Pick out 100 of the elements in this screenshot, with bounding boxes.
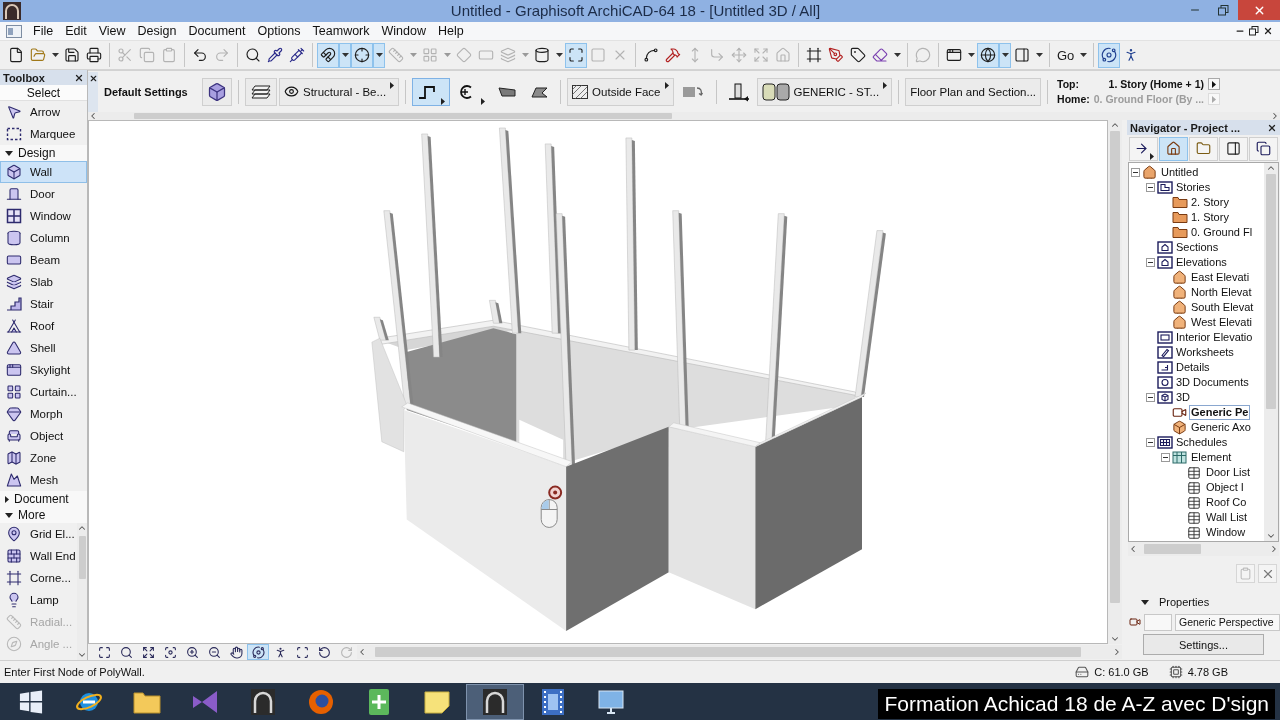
toolbar-button[interactable] (1098, 42, 1121, 68)
tool-item[interactable]: Wall End (0, 545, 77, 567)
tree-item[interactable]: West Elevati (1189, 315, 1254, 330)
composite-dropdown[interactable]: GENERIC - ST... (756, 77, 893, 106)
chevron-left-icon[interactable] (357, 647, 367, 657)
chevron-down-icon[interactable] (1266, 531, 1276, 541)
tool-item[interactable]: Zone (0, 447, 87, 469)
tree-item[interactable]: Details (1174, 360, 1212, 375)
id-field[interactable] (1144, 613, 1172, 631)
navigator-tab[interactable] (1219, 136, 1248, 161)
scrollbar[interactable] (88, 112, 1280, 120)
tool-item[interactable]: Curtain... (0, 381, 87, 403)
menu-item[interactable]: Design (136, 24, 178, 38)
tree-item[interactable]: Stories (1174, 180, 1213, 195)
menu-item[interactable]: Document (187, 24, 247, 38)
tree-item[interactable]: Untitled (1159, 165, 1201, 180)
scrollbar-thumb[interactable] (1266, 174, 1276, 410)
minus-box-icon[interactable] (1146, 393, 1155, 402)
tool-item[interactable]: Grid El... (0, 523, 77, 545)
tool-item[interactable]: Arrow (0, 101, 87, 123)
tree-item[interactable]: North Elevat (1189, 285, 1254, 300)
scrollbar-thumb[interactable] (1110, 131, 1120, 604)
tool-item[interactable]: Object (0, 425, 87, 447)
toolbar-button[interactable] (977, 42, 999, 68)
tree-item[interactable]: 3D (1174, 390, 1193, 405)
tree-item[interactable]: Wall List (1204, 510, 1250, 525)
minus-box-icon[interactable] (1146, 183, 1155, 192)
chevron-down-icon[interactable] (77, 650, 87, 660)
tool-item[interactable]: Morph (0, 403, 87, 425)
tool-item[interactable]: Beam (0, 249, 87, 271)
close-icon[interactable] (74, 72, 84, 83)
taskbar-button[interactable] (466, 683, 524, 720)
menu-item[interactable]: Window (380, 24, 427, 38)
toolbar-button[interactable] (317, 42, 339, 68)
tree-item[interactable]: Elevations (1174, 255, 1229, 270)
settings-button[interactable]: Settings... (1143, 634, 1264, 655)
tree-item[interactable]: Worksheets (1174, 345, 1236, 360)
tool-item[interactable]: Mesh (0, 469, 87, 491)
chevron-up-icon[interactable] (1110, 120, 1120, 130)
tree-item[interactable]: Window (1204, 525, 1248, 540)
menu-item[interactable]: View (97, 24, 127, 38)
tree-item[interactable]: East Elevati (1189, 270, 1252, 285)
navigator-tab[interactable] (1159, 136, 1188, 161)
tool-item[interactable]: Skylight (0, 359, 87, 381)
layer-dropdown[interactable]: Structural - Be... (279, 77, 400, 106)
layer-settings-button[interactable] (245, 77, 277, 106)
tool-item[interactable]: Roof (0, 315, 87, 337)
section-toggle[interactable]: Document (0, 491, 87, 507)
chevron-up-icon[interactable] (1266, 163, 1276, 173)
tool-item[interactable]: Door (0, 183, 87, 205)
tool-item[interactable]: Lamp (0, 589, 77, 611)
scrollbar[interactable] (357, 645, 1122, 659)
tool-item[interactable]: Corne... (0, 567, 77, 589)
chevron-down-icon[interactable] (1110, 634, 1120, 644)
section-toggle[interactable]: More (0, 507, 87, 523)
close-icon[interactable] (88, 73, 98, 83)
tree-item[interactable]: Schedules (1174, 435, 1230, 450)
tree-item[interactable]: South Elevat (1189, 300, 1256, 315)
chevron-right-icon[interactable] (1270, 111, 1280, 121)
tree-item[interactable]: Roof Co (1204, 495, 1249, 510)
delete-button[interactable] (1258, 564, 1277, 583)
tree-item[interactable]: Interior Elevatio (1174, 330, 1255, 345)
tree-item[interactable]: Generic Axo (1189, 420, 1253, 435)
chevron-up-icon[interactable] (77, 523, 87, 533)
go-button[interactable]: Go (1054, 42, 1078, 68)
chevron-left-icon[interactable] (1128, 544, 1138, 554)
minus-box-icon[interactable] (1131, 168, 1140, 177)
dropdown-button[interactable] (339, 42, 351, 68)
scrollbar[interactable] (1264, 163, 1278, 541)
tree-item[interactable]: 0. Ground Fl (1189, 225, 1255, 240)
dropdown-button[interactable] (373, 42, 385, 68)
view-settings-button[interactable]: Floor Plan and Section... (905, 77, 1042, 106)
restore-icon[interactable] (1249, 26, 1259, 36)
menu-item[interactable]: Teamwork (311, 24, 371, 38)
geometry-method-button[interactable] (412, 77, 451, 106)
tree-item[interactable]: Element (1189, 450, 1234, 465)
tree-item[interactable]: Generic Pe (1189, 405, 1251, 420)
toolbar-button[interactable] (351, 42, 373, 68)
navigator-tab[interactable] (1249, 136, 1278, 161)
reference-line-dropdown[interactable]: Outside Face (567, 77, 674, 106)
tool-item[interactable]: Shell (0, 337, 87, 359)
dropdown-button[interactable] (999, 42, 1011, 68)
scrollbar-thumb[interactable] (134, 113, 673, 119)
close-icon[interactable] (1263, 26, 1273, 36)
story-picker-button[interactable] (1208, 78, 1220, 90)
chevron-left-icon[interactable] (88, 111, 98, 121)
properties-toggle[interactable]: Properties (1127, 594, 1280, 610)
menu-item[interactable]: Help (437, 24, 465, 38)
name-field[interactable]: Generic Perspective (1175, 613, 1280, 631)
scrollbar[interactable] (77, 523, 87, 660)
tool-item[interactable]: Window (0, 205, 87, 227)
minus-box-icon[interactable] (1146, 258, 1155, 267)
tree-item[interactable]: Door List (1204, 465, 1253, 480)
menu-item[interactable]: File (32, 24, 55, 38)
minus-box-icon[interactable] (1161, 453, 1170, 462)
tree-item[interactable]: Object I (1204, 480, 1246, 495)
scrollbar-thumb[interactable] (375, 647, 1082, 657)
menu-item[interactable]: Edit (64, 24, 88, 38)
menu-item[interactable]: Options (256, 24, 302, 38)
tree-item[interactable]: 2. Story (1189, 195, 1231, 210)
